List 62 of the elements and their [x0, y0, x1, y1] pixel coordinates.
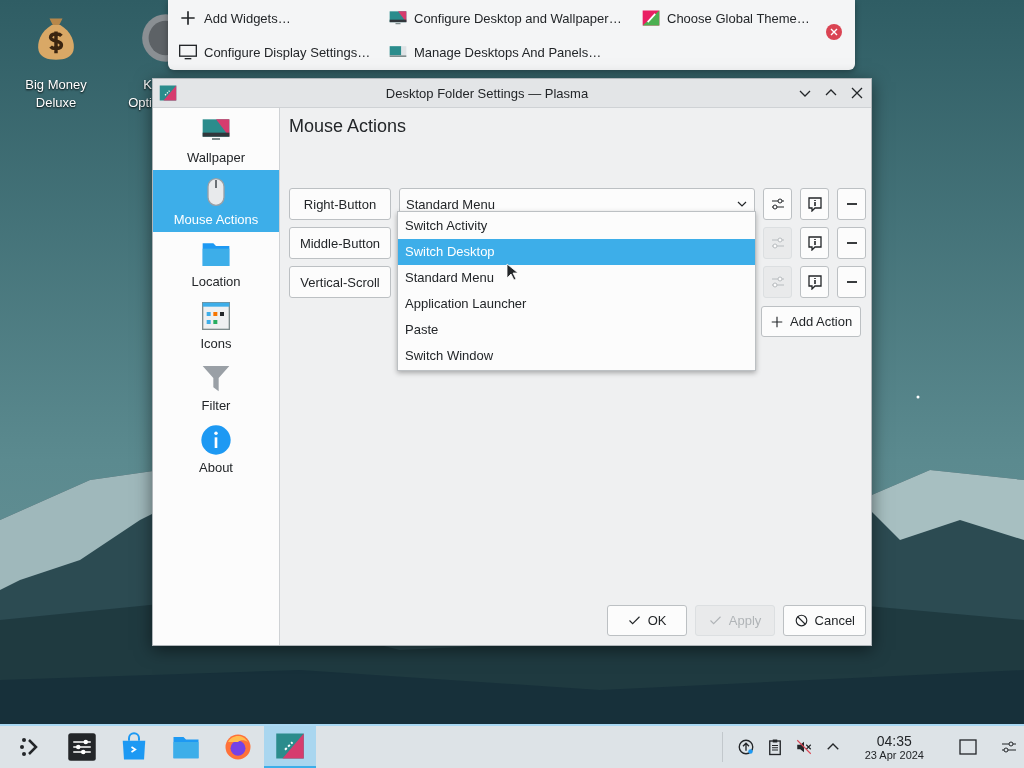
palette-icon: [641, 8, 661, 28]
about-button[interactable]: [800, 188, 829, 220]
toolbox-item[interactable]: Configure Desktop and Wallpaper…: [388, 4, 641, 32]
remove-button[interactable]: [837, 188, 866, 220]
close-icon[interactable]: [849, 85, 865, 101]
info-icon: [200, 424, 232, 456]
icon-label: K: [143, 76, 152, 94]
icon-label: Deluxe: [35, 94, 77, 112]
window-icon: [159, 84, 177, 102]
icon-label: Big Money: [25, 76, 87, 94]
add-action-button[interactable]: Add Action: [761, 306, 862, 337]
minus-icon: [846, 242, 857, 244]
sidebar-item[interactable]: Wallpaper: [153, 108, 279, 170]
menu-item[interactable]: Paste: [398, 317, 755, 343]
icon-label: Opti: [128, 94, 152, 112]
window-icon: [275, 731, 305, 761]
sidebar-item[interactable]: Location: [153, 232, 279, 294]
page-heading: Mouse Actions: [289, 116, 408, 138]
plus-icon: [178, 8, 198, 28]
trigger-button[interactable]: Middle-Button: [289, 227, 391, 259]
pointer-icon: [506, 263, 518, 281]
browser-icon: [223, 732, 253, 762]
sliders-icon: [769, 235, 786, 251]
info-icon: [806, 274, 823, 290]
menu-item[interactable]: Application Launcher: [398, 291, 755, 317]
menu-item[interactable]: Standard Menu: [398, 265, 755, 291]
tray-button[interactable]: [736, 738, 755, 756]
window-title: Desktop Folder Settings — Plasma: [384, 85, 590, 101]
minus-icon: [846, 281, 857, 283]
about-button[interactable]: [800, 266, 829, 298]
info-icon: [806, 235, 823, 251]
update-icon: [736, 738, 755, 756]
toolbox-item[interactable]: Add Widgets…: [178, 4, 388, 32]
info-icon: [806, 196, 823, 212]
menu-item[interactable]: Switch Window: [398, 343, 755, 369]
icon-grid-icon: [200, 300, 232, 332]
tray-button[interactable]: [794, 738, 813, 756]
muted-speaker-icon: [794, 738, 813, 756]
show-desktop-icon[interactable]: [959, 738, 977, 756]
plus-icon: [770, 314, 784, 329]
dialog-button[interactable]: OK: [606, 605, 687, 636]
configure-button[interactable]: [763, 188, 792, 220]
toolbox-item[interactable]: Configure Display Settings…: [178, 38, 388, 66]
clock-time[interactable]: 04:35: [876, 732, 912, 749]
sidebar-item[interactable]: Icons: [153, 294, 279, 356]
about-button[interactable]: [800, 227, 829, 259]
remove-button[interactable]: [837, 266, 866, 298]
cancel-icon: [793, 613, 809, 628]
sliders-icon[interactable]: [1000, 738, 1018, 756]
sidebar-item[interactable]: Filter: [153, 356, 279, 418]
sliders-icon: [769, 196, 786, 212]
minus-icon: [846, 203, 857, 205]
remove-button[interactable]: [837, 227, 866, 259]
trigger-button[interactable]: Right-Button: [289, 188, 391, 220]
display-icon: [178, 42, 198, 62]
sliders-icon: [67, 732, 97, 762]
trigger-button[interactable]: Vertical-Scroll: [289, 266, 391, 298]
toolbox-item[interactable]: Manage Desktops And Panels…: [388, 38, 641, 66]
clock-date[interactable]: 23 Apr 2024: [864, 748, 924, 762]
sliders-icon: [769, 274, 786, 290]
sidebar-item[interactable]: About: [153, 418, 279, 480]
dialog-button[interactable]: Cancel: [782, 605, 866, 636]
